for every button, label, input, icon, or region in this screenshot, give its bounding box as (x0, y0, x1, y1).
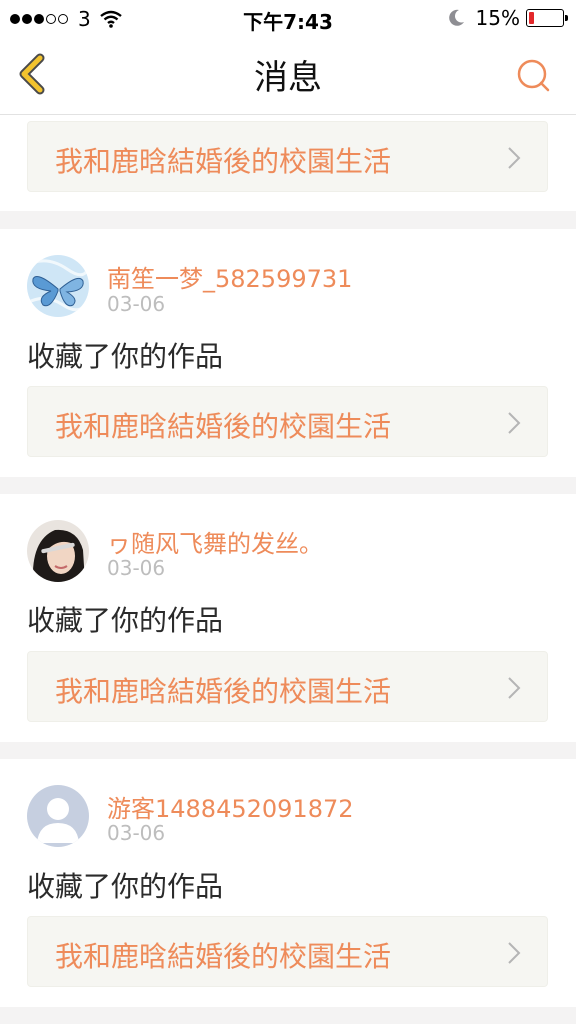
username[interactable]: 南笙一梦_582599731 (107, 259, 352, 294)
work-title: 我和鹿晗結婚後的校園生活 (55, 145, 392, 178)
message-date: 03-06 (107, 556, 166, 580)
moon-icon (448, 9, 464, 26)
message-card-partial: 我和鹿晗結婚後的校園生活 (0, 115, 576, 211)
search-button[interactable] (514, 56, 554, 96)
message-card: ヮ随风飞舞的发丝。 03-06 收藏了你的作品 我和鹿晗結婚後的校園生活 (0, 494, 576, 742)
search-icon (517, 59, 550, 92)
work-title: 我和鹿晗結婚後的校園生活 (55, 675, 392, 708)
message-card: 南笙一梦_582599731 03-06 收藏了你的作品 我和鹿晗結婚後的校園生… (0, 229, 576, 477)
battery-icon (526, 9, 568, 27)
username[interactable]: ヮ随风飞舞的发丝。 (107, 524, 323, 559)
work-title: 我和鹿晗結婚後的校園生活 (55, 940, 392, 973)
message-date: 03-06 (107, 292, 166, 316)
nav-bar: 消息 (0, 36, 576, 115)
work-link[interactable]: 我和鹿晗結婚後的校園生活 (27, 651, 548, 722)
work-link[interactable]: 我和鹿晗結婚後的校園生活 (27, 121, 548, 192)
chevron-right-icon (508, 412, 521, 434)
chevron-right-icon (508, 677, 521, 699)
girl-photo-avatar-icon (27, 520, 89, 582)
action-text: 收藏了你的作品 (27, 604, 224, 637)
chevron-right-icon (508, 942, 521, 964)
work-title: 我和鹿晗結婚後的校園生活 (55, 410, 392, 443)
message-date: 03-06 (107, 821, 166, 845)
battery-percent: 15% (475, 6, 520, 30)
message-card: 游客1488452091872 03-06 收藏了你的作品 我和鹿晗結婚後的校園… (0, 759, 576, 1007)
work-link[interactable]: 我和鹿晗結婚後的校園生活 (27, 916, 548, 987)
battery-area: 15% (446, 6, 568, 30)
avatar[interactable] (27, 255, 89, 317)
work-link[interactable]: 我和鹿晗結婚後的校園生活 (27, 386, 548, 457)
page-title: 消息 (254, 58, 322, 98)
battery-fill (529, 12, 534, 24)
default-user-avatar-icon (27, 785, 89, 847)
action-text: 收藏了你的作品 (27, 870, 224, 903)
action-text: 收藏了你的作品 (27, 340, 224, 373)
username[interactable]: 游客1488452091872 (107, 789, 354, 824)
avatar[interactable] (27, 785, 89, 847)
butterfly-avatar-icon (27, 255, 89, 317)
chevron-right-icon (508, 147, 521, 169)
status-bar: 3 下午7:43 15% (0, 0, 576, 36)
avatar[interactable] (27, 520, 89, 582)
